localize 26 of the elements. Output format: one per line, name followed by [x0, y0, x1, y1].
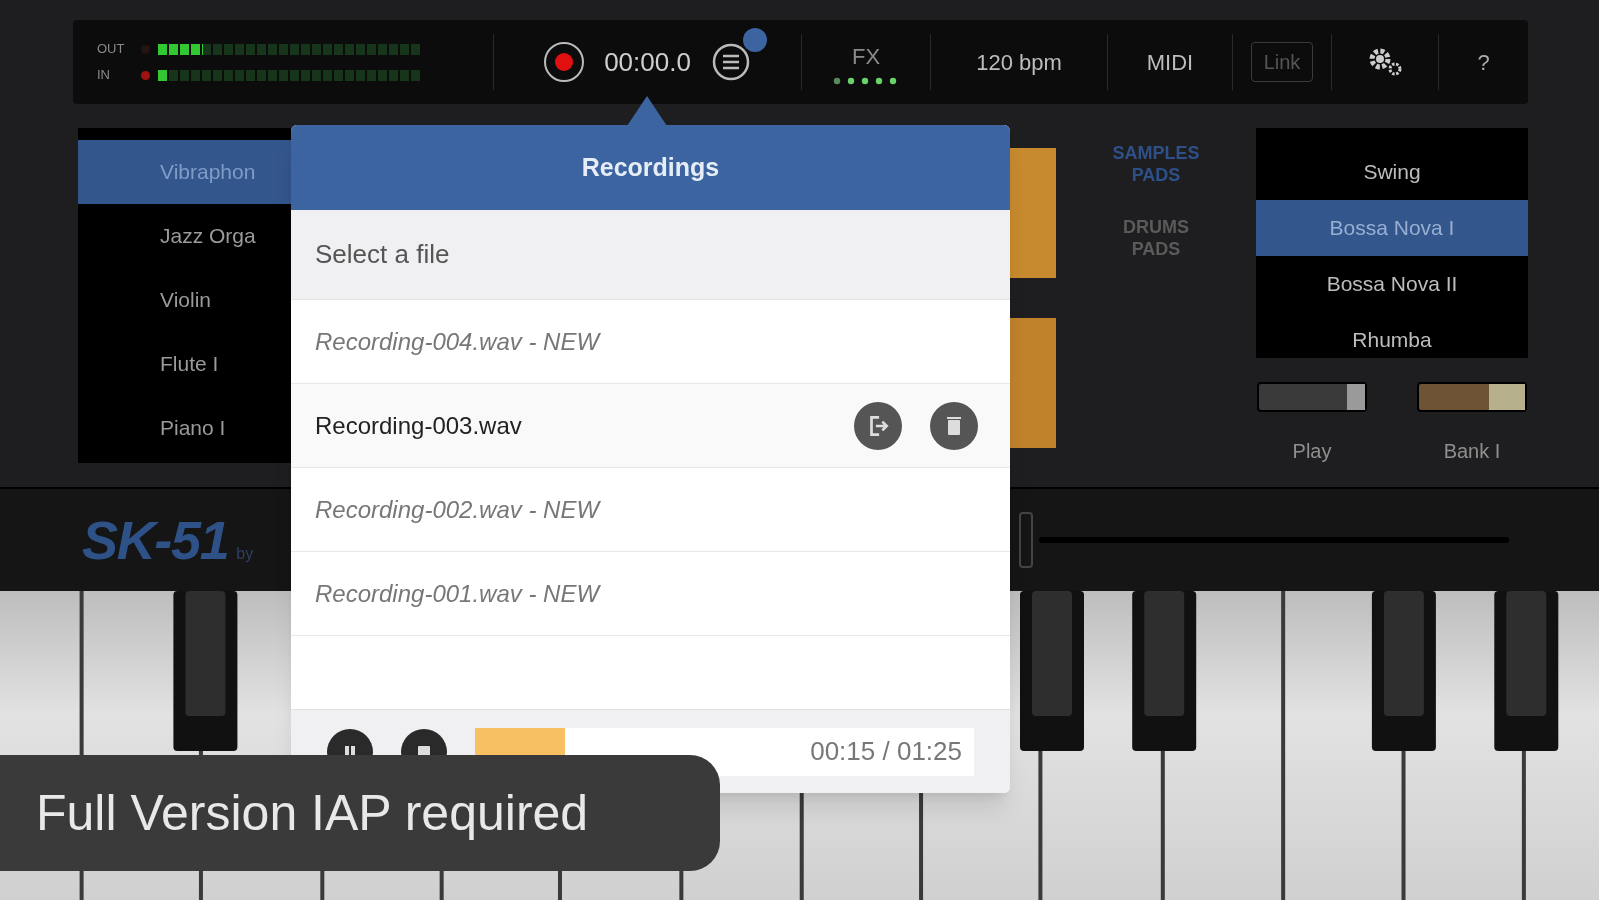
time-display: 00:00.0	[604, 45, 691, 79]
meter-label: OUT	[97, 40, 126, 59]
midi-button[interactable]: MIDI	[1108, 45, 1232, 79]
switch-label: Play	[1292, 439, 1332, 464]
file-row[interactable]: Recording-004.wav - NEW	[291, 300, 1010, 384]
popup-subtitle: Select a file	[291, 210, 1010, 300]
help-button[interactable]: ?	[1439, 45, 1528, 79]
byline: by	[236, 544, 254, 564]
file-row[interactable]: Recording-003.wav	[291, 384, 1010, 468]
file-row[interactable]: Recording-002.wav - NEW	[291, 468, 1010, 552]
logo: SK-51	[82, 508, 229, 572]
file-name: Recording-001.wav - NEW	[315, 578, 602, 609]
file-name: Recording-002.wav - NEW	[315, 494, 602, 525]
file-name: Recording-004.wav - NEW	[315, 326, 602, 357]
style-item[interactable]: Bossa Nova II	[1256, 256, 1528, 312]
upgrade-toast: Full Version IAP required	[0, 755, 720, 871]
file-name: Recording-003.wav	[315, 410, 523, 441]
file-row[interactable]: Recording-001.wav - NEW	[291, 552, 1010, 636]
fx-button[interactable]: FX	[802, 39, 930, 85]
style-item[interactable]: Rhumba	[1256, 312, 1528, 358]
playback-time: 00:15 / 01:25	[810, 735, 962, 768]
switch-label: Bank I	[1443, 439, 1501, 464]
tempo-button[interactable]: 120 bpm	[931, 45, 1107, 79]
style-item[interactable]: Swing	[1256, 144, 1528, 200]
meter-label: IN	[97, 66, 111, 85]
popup-title: Recordings	[291, 125, 1010, 210]
